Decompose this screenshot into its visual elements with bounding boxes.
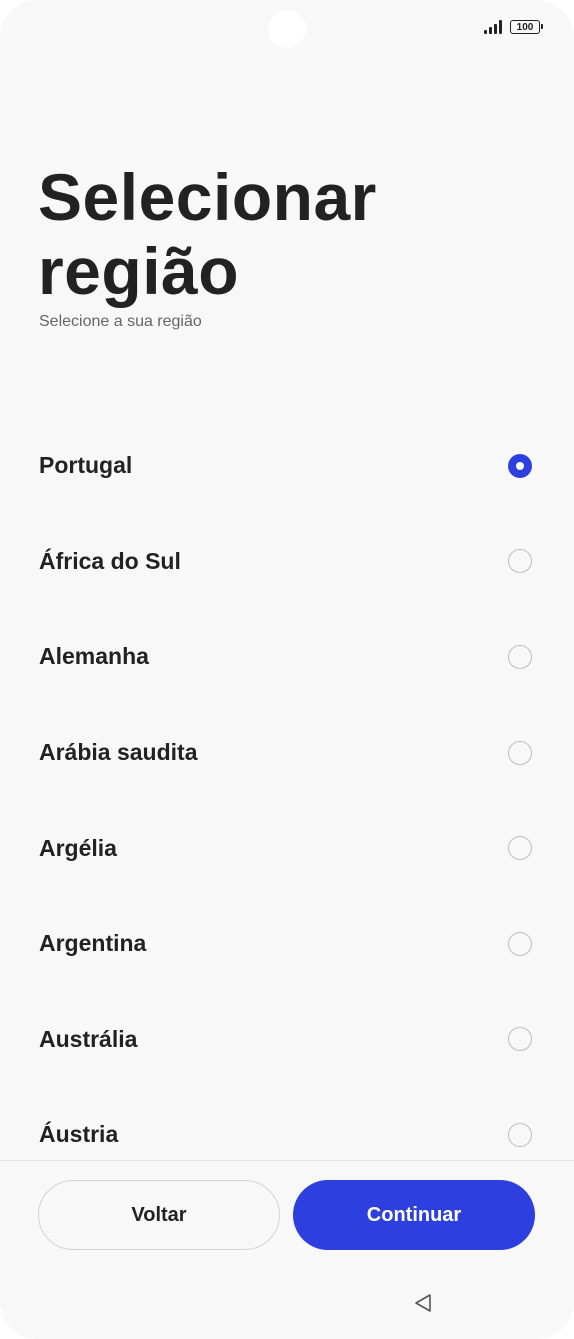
battery-icon: 100 — [510, 20, 543, 34]
radio-unselected-icon[interactable] — [508, 1122, 532, 1147]
region-label: Arábia saudita — [39, 739, 198, 766]
region-item[interactable]: Argentina — [0, 896, 574, 992]
region-label: Portugal — [39, 452, 133, 479]
region-item[interactable]: Áustria — [0, 1087, 574, 1158]
region-label: Áustria — [39, 1121, 119, 1148]
region-label: Argentina — [39, 930, 147, 957]
region-label: Austrália — [39, 1025, 138, 1052]
region-item[interactable]: Austrália — [0, 992, 574, 1088]
signal-icon — [484, 20, 502, 34]
region-item[interactable]: Arábia saudita — [0, 705, 574, 801]
status-bar: 100 — [484, 20, 543, 34]
continue-button[interactable]: Continuar — [293, 1180, 535, 1250]
camera-cutout — [268, 10, 306, 48]
radio-unselected-icon[interactable] — [508, 1027, 532, 1052]
footer-divider — [0, 1160, 574, 1161]
battery-level: 100 — [516, 21, 534, 33]
region-label: África do Sul — [39, 547, 181, 574]
radio-unselected-icon[interactable] — [508, 740, 532, 765]
radio-selected-icon[interactable] — [508, 453, 532, 478]
radio-unselected-icon[interactable] — [508, 931, 532, 956]
radio-unselected-icon[interactable] — [508, 644, 532, 669]
triangle-back-icon[interactable] — [412, 1292, 434, 1314]
screen: 100 Selecionar região Selecione a sua re… — [0, 0, 574, 1339]
region-label: Alemanha — [39, 643, 149, 670]
page-title: Selecionar região — [38, 160, 377, 308]
radio-unselected-icon[interactable] — [508, 549, 532, 574]
region-label: Argélia — [39, 834, 117, 861]
region-item[interactable]: África do Sul — [0, 514, 574, 610]
back-button[interactable]: Voltar — [38, 1180, 280, 1250]
region-item[interactable]: Portugal — [0, 418, 574, 514]
page-subtitle: Selecione a sua região — [39, 313, 202, 330]
radio-unselected-icon[interactable] — [508, 836, 532, 861]
region-list[interactable]: Portugal África do Sul Alemanha Arábia s… — [0, 418, 574, 1158]
region-item[interactable]: Alemanha — [0, 609, 574, 705]
region-item[interactable]: Argélia — [0, 800, 574, 896]
